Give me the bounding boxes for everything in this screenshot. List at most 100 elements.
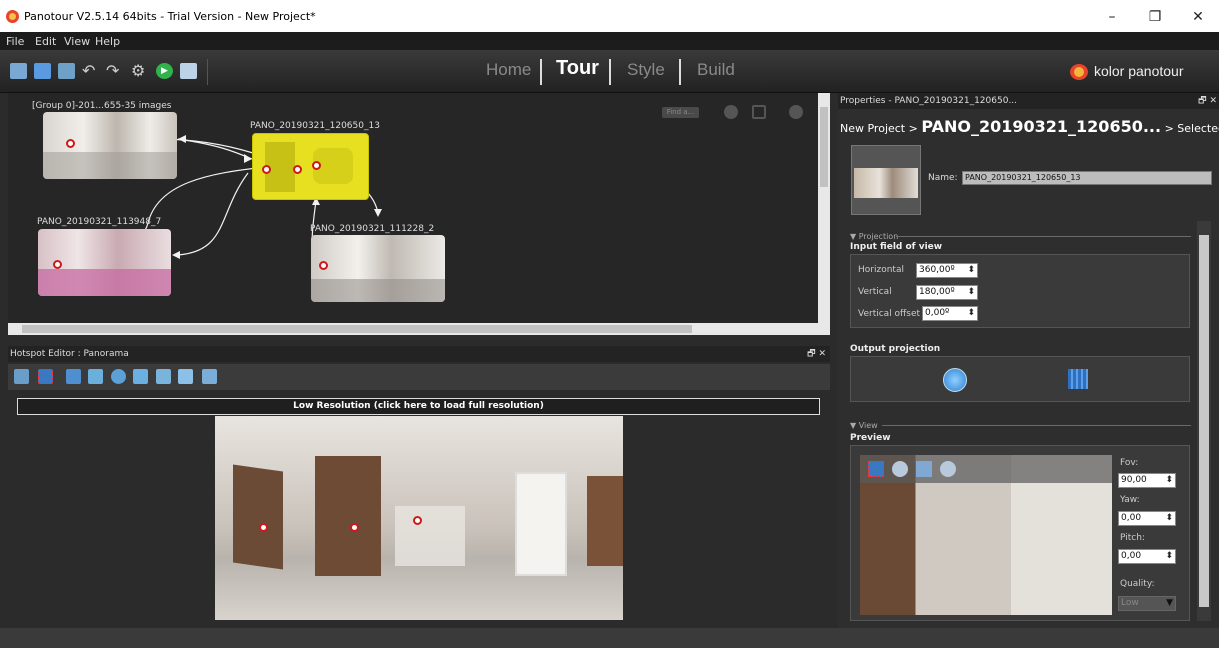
node-label-pano7: PANO_20190321_113948_7 xyxy=(37,217,162,227)
graph-horizontal-scrollbar[interactable] xyxy=(8,323,830,335)
hotspot-editor-toolbar xyxy=(8,364,830,390)
scrollbar-thumb[interactable] xyxy=(1199,235,1209,607)
tab-home[interactable]: Home xyxy=(486,60,531,80)
add-point-spot-icon[interactable] xyxy=(66,369,81,384)
graph-search-input[interactable]: Find a... xyxy=(662,107,699,118)
door-image xyxy=(515,472,567,576)
panorama-hotspot[interactable] xyxy=(350,523,359,532)
node-thumbnail-pano2[interactable] xyxy=(311,235,445,302)
title-bar: Panotour V2.5.14 64bits - Trial Version … xyxy=(0,0,1219,32)
reset-view-icon[interactable] xyxy=(940,461,956,477)
settings-icon[interactable]: ⚙ xyxy=(131,63,148,79)
properties-scrollbar[interactable] xyxy=(1197,221,1211,621)
restore-button[interactable]: ❐ xyxy=(1140,8,1170,26)
panel-float-close-buttons[interactable]: 🗗 ✕ xyxy=(1198,93,1217,109)
node-hotspot[interactable] xyxy=(312,161,321,170)
add-sound-spot-icon[interactable] xyxy=(133,369,148,384)
breadcrumb-current: PANO_20190321_120650... xyxy=(921,117,1162,136)
view-preview-image[interactable] xyxy=(860,455,1112,615)
tab-tour[interactable]: Tour xyxy=(556,57,599,80)
node-hotspot[interactable] xyxy=(66,139,75,148)
select-tool-icon[interactable] xyxy=(38,369,53,384)
properties-title: Properties - PANO_20190321_120650... xyxy=(840,96,1018,106)
stepper-arrows-icon[interactable]: ⬍ xyxy=(1165,512,1173,525)
add-panoramas-icon[interactable] xyxy=(10,63,27,79)
panorama-hotspot[interactable] xyxy=(413,516,422,525)
menu-file[interactable]: File xyxy=(6,35,24,48)
add-images-icon[interactable] xyxy=(58,63,75,79)
projection-section-toggle[interactable]: ▼ Projection xyxy=(850,232,898,241)
panorama-hotspot[interactable] xyxy=(259,523,268,532)
zoom-in-icon[interactable] xyxy=(789,105,803,119)
flat-projection-icon[interactable] xyxy=(1068,369,1088,389)
yaw-stepper[interactable]: 0,00 ⬍ xyxy=(1118,511,1176,526)
add-image-spot-icon[interactable] xyxy=(88,369,103,384)
select-tool-icon[interactable] xyxy=(868,461,884,477)
stepper-arrows-icon[interactable]: ⬍ xyxy=(967,264,975,277)
door-image xyxy=(315,456,381,576)
spherical-projection-icon[interactable] xyxy=(943,368,967,392)
set-view-icon[interactable] xyxy=(916,461,932,477)
vertical-offset-label: Vertical offset xyxy=(858,309,921,319)
add-polygon-spot-icon[interactable] xyxy=(111,369,126,384)
panel-float-close-buttons[interactable]: 🗗 ✕ xyxy=(807,346,826,362)
stepper-arrows-icon[interactable]: ⬍ xyxy=(1165,474,1173,487)
pitch-value: 0,00 xyxy=(1121,551,1142,561)
node-thumbnail-group[interactable] xyxy=(43,112,177,179)
folder-icon[interactable] xyxy=(180,63,197,79)
main-toolbar: ↶ ↷ ⚙ ▶ Home Tour Style Build kolor pano… xyxy=(0,50,1219,93)
menu-help[interactable]: Help xyxy=(95,35,120,48)
output-projection-title: Output projection xyxy=(850,344,941,354)
pitch-stepper[interactable]: 0,00 ⬍ xyxy=(1118,549,1176,564)
close-button[interactable]: ✕ xyxy=(1183,8,1213,26)
fov-stepper[interactable]: 90,00 ⬍ xyxy=(1118,473,1176,488)
stepper-arrows-icon[interactable]: ⬍ xyxy=(1165,550,1173,563)
low-resolution-banner[interactable]: Low Resolution (click here to load full … xyxy=(17,398,820,415)
graph-vertical-scrollbar[interactable] xyxy=(818,93,830,323)
menu-bar: File Edit View Help xyxy=(0,32,1219,50)
menu-edit[interactable]: Edit xyxy=(35,35,56,48)
vertical-offset-stepper[interactable]: 0,00º ⬍ xyxy=(922,306,978,321)
quality-label: Quality: xyxy=(1120,579,1155,589)
minimize-button[interactable]: – xyxy=(1097,8,1127,26)
vertical-fov-stepper[interactable]: 180,00º ⬍ xyxy=(916,285,978,300)
node-hotspot[interactable] xyxy=(319,261,328,270)
breadcrumb-root[interactable]: New Project > xyxy=(840,122,918,135)
stepper-arrows-icon[interactable]: ⬍ xyxy=(967,286,975,299)
quality-select[interactable]: Low ▼ xyxy=(1118,596,1176,611)
input-fov-title: Input field of view xyxy=(850,242,943,252)
zoom-out-icon[interactable] xyxy=(724,105,738,119)
menu-view[interactable]: View xyxy=(64,35,90,48)
properties-header: Properties - PANO_20190321_120650... 🗗 ✕ xyxy=(838,93,1219,109)
chevron-down-icon[interactable]: ▼ xyxy=(1166,597,1173,610)
arrow-head xyxy=(244,154,252,163)
horizontal-label: Horizontal xyxy=(858,265,904,275)
add-panorama-link-icon[interactable] xyxy=(202,369,217,384)
name-field[interactable]: PANO_20190321_120650_13 xyxy=(962,171,1212,185)
tab-build[interactable]: Build xyxy=(697,60,735,80)
redo-icon[interactable]: ↷ xyxy=(106,63,123,79)
zoom-tool-icon[interactable] xyxy=(892,461,908,477)
fov-label: Fov: xyxy=(1120,458,1139,468)
node-hotspot[interactable] xyxy=(293,165,302,174)
yaw-label: Yaw: xyxy=(1120,495,1140,505)
stepper-arrows-icon[interactable]: ⬍ xyxy=(967,307,975,320)
node-hotspot[interactable] xyxy=(53,260,62,269)
node-hotspot[interactable] xyxy=(262,165,271,174)
fit-view-icon[interactable] xyxy=(752,105,766,119)
tour-graph-panel[interactable]: [Group 0]-201...655-35 images PANO_20190… xyxy=(8,93,818,323)
arrow-head xyxy=(374,209,382,217)
play-icon[interactable]: ▶ xyxy=(156,63,173,79)
navigate-tool-icon[interactable] xyxy=(14,369,29,384)
tab-style[interactable]: Style xyxy=(627,60,665,80)
view-section-toggle[interactable]: ▼ View xyxy=(850,421,878,430)
panorama-viewer[interactable] xyxy=(215,416,623,620)
horizontal-fov-stepper[interactable]: 360,00º ⬍ xyxy=(916,263,978,278)
projection-section-label: Projection xyxy=(858,232,899,241)
add-picture-spot-icon[interactable] xyxy=(178,369,193,384)
scrollbar-thumb[interactable] xyxy=(820,107,828,187)
save-icon[interactable] xyxy=(34,63,51,79)
scrollbar-thumb[interactable] xyxy=(22,325,692,333)
undo-icon[interactable]: ↶ xyxy=(82,63,99,79)
add-video-spot-icon[interactable] xyxy=(156,369,171,384)
